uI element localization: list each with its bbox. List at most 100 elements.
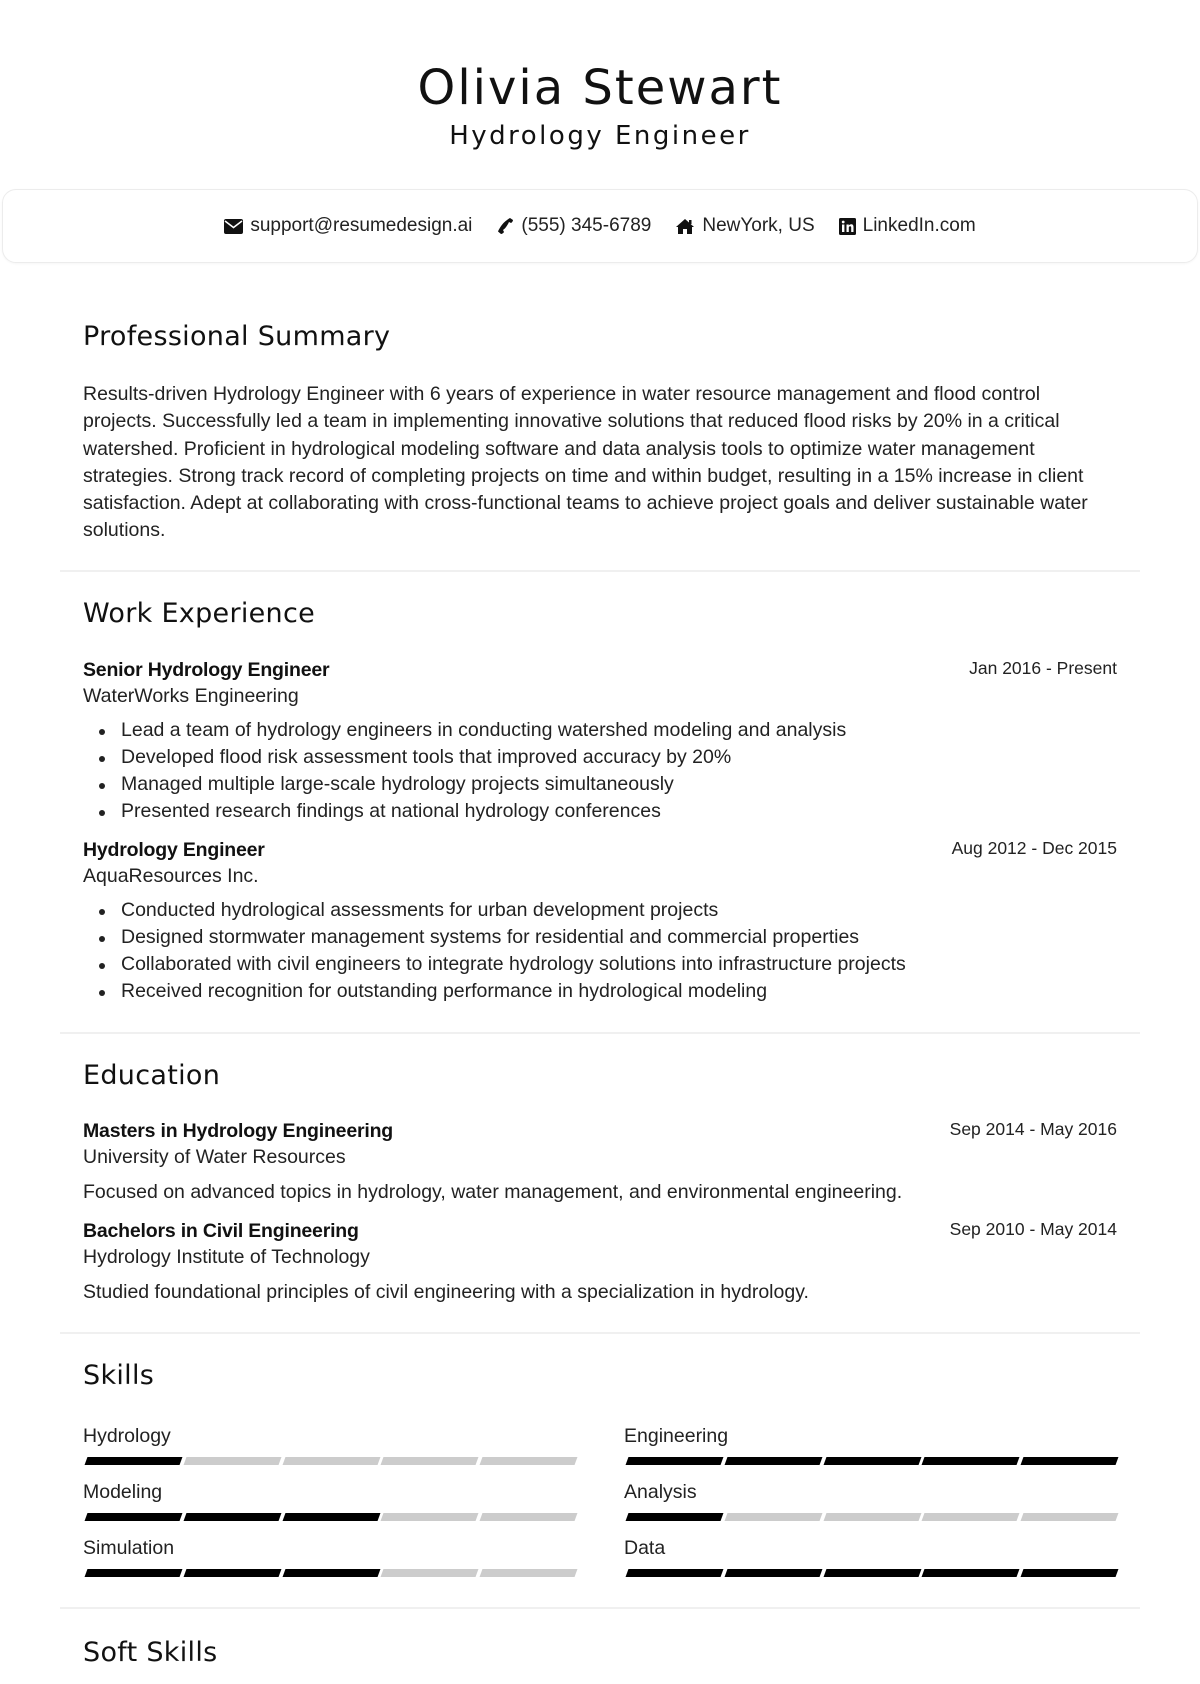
skill-segment-filled <box>724 1456 823 1465</box>
job-bullet: Conducted hydrological assessments for u… <box>97 897 1117 924</box>
skill-segment-filled <box>724 1568 823 1577</box>
skill-item: Hydrology <box>83 1423 578 1465</box>
linkedin-icon <box>838 217 856 235</box>
phone-icon <box>496 217 514 235</box>
candidate-role: Hydrology Engineer <box>449 121 751 151</box>
degree-title: Bachelors in Civil Engineering <box>83 1219 359 1242</box>
skill-item: Analysis <box>624 1479 1119 1521</box>
candidate-name: Olivia Stewart <box>417 60 783 116</box>
contact-email[interactable]: support@resumedesign.ai <box>224 215 472 237</box>
skill-level-bar <box>83 1512 578 1521</box>
contact-linkedin[interactable]: LinkedIn.com <box>838 215 976 237</box>
skill-segment-filled <box>84 1512 183 1521</box>
skill-level-bar <box>624 1456 1119 1465</box>
skill-segment-filled <box>1020 1456 1119 1465</box>
skill-name: Modeling <box>83 1480 163 1503</box>
skill-segment-empty <box>921 1512 1020 1521</box>
skill-segment-filled <box>823 1456 921 1465</box>
resume-header: Olivia Stewart Hydrology Engineer <box>0 0 1200 152</box>
skill-item: Simulation <box>83 1535 578 1577</box>
school-name: Hydrology Institute of Technology <box>83 1245 370 1268</box>
job-company: WaterWorks Engineering <box>83 684 299 707</box>
skill-segment-filled <box>625 1456 724 1465</box>
skill-segment-empty <box>380 1456 479 1465</box>
skill-name: Hydrology <box>83 1424 171 1447</box>
skills-title: Skills <box>83 1359 155 1391</box>
skill-segment-empty <box>183 1456 282 1465</box>
education-description: Studied foundational principles of civil… <box>83 1280 809 1303</box>
resume-body: Professional Summary Results-driven Hydr… <box>60 290 1140 1670</box>
education-date: Sep 2010 - May 2014 <box>949 1218 1117 1239</box>
skill-name: Analysis <box>624 1480 697 1503</box>
skill-segment-filled <box>183 1568 282 1577</box>
skill-item: Modeling <box>83 1479 578 1521</box>
job-bullet: Received recognition for outstanding per… <box>97 978 1117 1005</box>
skill-segment-filled <box>84 1568 183 1577</box>
skill-name: Engineering <box>624 1424 729 1447</box>
skill-segment-empty <box>479 1512 578 1521</box>
skill-item: Engineering <box>624 1423 1119 1465</box>
school-name: University of Water Resources <box>83 1145 346 1168</box>
envelope-icon <box>224 218 244 234</box>
skill-segment-filled <box>183 1512 282 1521</box>
skill-segment-empty <box>282 1456 380 1465</box>
contact-location-text: NewYork, US <box>702 215 815 236</box>
skill-level-bar <box>83 1568 578 1577</box>
contact-phone[interactable]: (555) 345-6789 <box>496 215 651 237</box>
job-entry: Senior Hydrology Engineer Jan 2016 - Pre… <box>83 657 1117 825</box>
skill-segment-filled <box>282 1512 380 1521</box>
job-entry: Hydrology Engineer Aug 2012 - Dec 2015 A… <box>83 837 1117 1005</box>
job-bullet: Collaborated with civil engineers to int… <box>97 951 1117 978</box>
job-bullets: Lead a team of hydrology engineers in co… <box>83 717 1117 825</box>
home-icon <box>675 218 695 235</box>
education-date: Sep 2014 - May 2016 <box>949 1118 1117 1139</box>
contact-bar: support@resumedesign.ai (555) 345-6789 N… <box>2 189 1198 263</box>
summary-section: Professional Summary Results-driven Hydr… <box>60 290 1140 570</box>
experience-title: Work Experience <box>83 597 316 629</box>
skill-segment-filled <box>282 1568 380 1577</box>
skills-grid: Hydrology Engineering Modeling Analysis … <box>83 1423 1119 1577</box>
summary-text: Results-driven Hydrology Engineer with 6… <box>83 383 1088 542</box>
skill-item: Data <box>624 1535 1119 1577</box>
job-bullets: Conducted hydrological assessments for u… <box>83 897 1117 1005</box>
skill-segment-empty <box>479 1568 578 1577</box>
experience-section: Work Experience Senior Hydrology Enginee… <box>60 572 1140 1032</box>
skill-name: Simulation <box>83 1536 175 1559</box>
skills-section: Skills Hydrology Engineering Modeling An… <box>60 1334 1140 1607</box>
education-entry: Bachelors in Civil Engineering Sep 2010 … <box>83 1218 1117 1306</box>
degree-title: Masters in Hydrology Engineering <box>83 1119 393 1142</box>
skill-segment-filled <box>625 1512 724 1521</box>
contact-location: NewYork, US <box>675 215 815 237</box>
skill-segment-empty <box>823 1512 921 1521</box>
education-description: Focused on advanced topics in hydrology,… <box>83 1180 903 1203</box>
contact-email-text: support@resumedesign.ai <box>250 215 473 236</box>
education-title: Education <box>83 1059 221 1091</box>
job-company: AquaResources Inc. <box>83 864 259 887</box>
skill-segment-empty <box>1020 1512 1119 1521</box>
contact-linkedin-text: LinkedIn.com <box>862 215 976 236</box>
job-bullet: Designed stormwater management systems f… <box>97 924 1117 951</box>
job-title: Senior Hydrology Engineer <box>83 658 330 681</box>
skill-segment-filled <box>823 1568 921 1577</box>
soft-skills-title: Soft Skills <box>83 1636 218 1668</box>
skill-level-bar <box>83 1456 578 1465</box>
skill-segment-empty <box>380 1568 479 1577</box>
skill-level-bar <box>624 1512 1119 1521</box>
skill-segment-filled <box>921 1568 1020 1577</box>
skill-level-bar <box>624 1568 1119 1577</box>
job-title: Hydrology Engineer <box>83 838 265 861</box>
job-date: Jan 2016 - Present <box>969 657 1117 678</box>
skill-segment-filled <box>625 1568 724 1577</box>
soft-skills-section: Soft Skills <box>60 1609 1140 1670</box>
skill-segment-filled <box>1020 1568 1119 1577</box>
job-bullet: Developed flood risk assessment tools th… <box>97 744 1117 771</box>
skill-name: Data <box>624 1536 666 1559</box>
job-bullet: Lead a team of hydrology engineers in co… <box>97 717 1117 744</box>
summary-title: Professional Summary <box>83 321 391 352</box>
skill-segment-empty <box>479 1456 578 1465</box>
skill-segment-empty <box>724 1512 823 1521</box>
job-date: Aug 2012 - Dec 2015 <box>951 837 1117 858</box>
job-bullet: Managed multiple large-scale hydrology p… <box>97 771 1117 798</box>
skill-segment-empty <box>380 1512 479 1521</box>
education-entry: Masters in Hydrology Engineering Sep 201… <box>83 1118 1117 1206</box>
